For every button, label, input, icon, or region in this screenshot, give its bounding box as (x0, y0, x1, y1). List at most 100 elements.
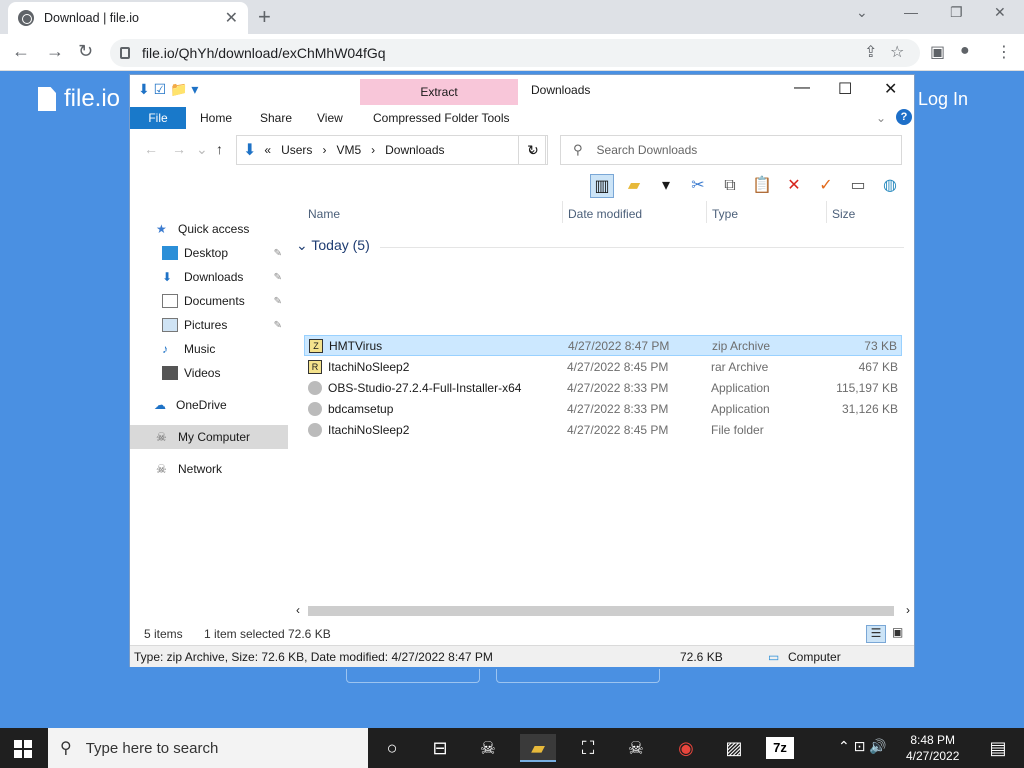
share-icon[interactable]: ⇪ (864, 42, 877, 62)
pin-icon[interactable]: ✎ (274, 248, 282, 259)
quick-access-toolbar-icon[interactable]: ⬇ ☑ 📁 ▾ (138, 81, 198, 98)
scroll-right-icon[interactable]: › (906, 603, 910, 617)
recent-locations-icon[interactable]: ⌄ (196, 141, 208, 158)
notification-icon[interactable]: ▤ (980, 734, 1016, 762)
profile-icon[interactable]: ● (960, 42, 970, 60)
site-logo[interactable]: file.io (38, 85, 120, 113)
nav-desktop[interactable]: Desktop ✎ (130, 241, 288, 265)
login-link[interactable]: Log In (918, 89, 968, 110)
file-row[interactable]: bdcamsetup 4/27/2022 8:33 PM Application 31… (304, 398, 902, 419)
paste-icon[interactable]: 📋 (750, 174, 774, 198)
nav-music[interactable]: ♪ Music (130, 337, 288, 361)
system-tray[interactable]: ⌃ ⊡ 🔊 (838, 738, 887, 755)
copy-icon[interactable]: ⧉ (718, 174, 742, 198)
large-icons-view-icon[interactable]: ▣ (892, 625, 903, 639)
bookmark-star-icon[interactable]: ☆ (890, 42, 904, 62)
expand-ribbon-icon[interactable]: ⌄ (876, 111, 886, 125)
column-separator[interactable] (706, 201, 707, 223)
tab-close-icon[interactable]: ✕ (225, 8, 238, 28)
column-separator[interactable] (562, 201, 563, 223)
task-view-icon[interactable]: ⊟ (422, 734, 458, 762)
nav-videos[interactable]: Videos (130, 361, 288, 385)
tab-file[interactable]: File (130, 107, 186, 129)
forward-icon[interactable]: → (172, 141, 186, 157)
nav-my-computer[interactable]: ☠ My Computer (130, 425, 288, 449)
pin-icon[interactable]: ✎ (274, 296, 282, 307)
pin-icon[interactable]: ✎ (274, 272, 282, 283)
scroll-left-icon[interactable]: ‹ (296, 603, 300, 617)
file-row[interactable]: OBS-Studio-27.2.4-Full-Installer-x64 4/27… (304, 377, 902, 398)
close-icon[interactable]: ✕ (994, 4, 1006, 21)
tab-home[interactable]: Home (200, 111, 232, 125)
minimize-icon[interactable]: — (904, 4, 918, 20)
file-row[interactable]: R ItachiNoSleep2 4/27/2022 8:45 PM rar Arch… (304, 356, 902, 377)
cut-icon[interactable]: ✂ (686, 174, 710, 198)
taskbar-search-input[interactable]: ⚲ Type here to search (48, 728, 368, 768)
check-icon[interactable]: ✓ (814, 174, 838, 198)
nav-pictures[interactable]: Pictures ✎ (130, 313, 288, 337)
skull-app-icon[interactable]: ☠ (618, 734, 654, 762)
reload-icon[interactable]: ↻ (78, 41, 93, 62)
pin-icon[interactable]: ✎ (274, 320, 282, 331)
file-row[interactable]: ItachiNoSleep2 4/27/2022 8:45 PM File fold… (304, 419, 902, 440)
chrome-icon[interactable]: ◉ (668, 734, 704, 762)
group-header[interactable]: ⌄ Today (5) (296, 237, 370, 254)
menu-icon[interactable]: ⋮ (996, 42, 1012, 62)
column-header-date[interactable]: Date modified (568, 207, 642, 221)
nav-documents[interactable]: Documents ✎ (130, 289, 288, 313)
nav-onedrive[interactable]: ☁ OneDrive (130, 393, 288, 417)
scrollbar-thumb[interactable] (308, 606, 894, 616)
tab-view[interactable]: View (317, 111, 343, 125)
details-view-icon[interactable]: ☰ (866, 625, 886, 643)
new-folder-icon[interactable]: ▰ (622, 174, 646, 198)
horizontal-scrollbar[interactable]: ‹ › (294, 603, 914, 619)
globe-icon[interactable]: ◍ (878, 174, 902, 198)
store-icon[interactable]: ⛶ (570, 734, 606, 762)
browser-tab[interactable]: Download | file.io ✕ (8, 2, 248, 34)
forward-icon[interactable]: → (46, 41, 64, 62)
restore-icon[interactable]: ❐ (950, 4, 963, 21)
7zip-icon[interactable]: 7z (766, 737, 794, 759)
back-icon[interactable]: ← (12, 41, 30, 62)
breadcrumb-users[interactable]: Users (281, 143, 312, 157)
nav-network[interactable]: ☠ Network (130, 457, 288, 481)
taskbar-clock[interactable]: 8:48 PM 4/27/2022 (906, 732, 959, 764)
delete-icon[interactable]: ✕ (782, 174, 806, 198)
column-header-size[interactable]: Size (832, 207, 855, 221)
column-separator[interactable] (826, 201, 827, 223)
up-icon[interactable]: ↑ (216, 141, 223, 157)
url-text[interactable]: file.io/QhYh/download/exChMhW04fGq (142, 45, 386, 61)
column-header-name[interactable]: Name (308, 207, 340, 221)
nav-quick-access[interactable]: ★ Quick access (130, 217, 288, 241)
new-tab-button[interactable]: + (258, 4, 271, 30)
tab-share[interactable]: Share (260, 111, 292, 125)
file-explorer-icon[interactable]: ▰ (520, 734, 556, 762)
windows-start-icon[interactable] (14, 740, 32, 758)
file-row[interactable]: Z HMTVirus 4/27/2022 8:47 PM zip Archive 73 … (304, 335, 902, 356)
tab-search-icon[interactable]: ⌄ (856, 4, 868, 21)
breadcrumb-downloads[interactable]: Downloads (385, 143, 444, 157)
breadcrumb-vm5[interactable]: VM5 (336, 143, 361, 157)
help-icon[interactable]: ? (896, 109, 912, 125)
rename-icon[interactable]: ▭ (846, 174, 870, 198)
minimize-icon[interactable]: — (794, 79, 810, 97)
extract-context-tab[interactable]: Extract (360, 79, 518, 105)
cortana-icon[interactable]: ○ (374, 734, 410, 762)
skull-app-icon[interactable]: ☠ (470, 734, 506, 762)
navigation-pane-icon[interactable]: ▥ (590, 174, 614, 198)
maximize-icon[interactable]: ☐ (838, 79, 852, 99)
back-icon[interactable]: ← (144, 141, 158, 157)
close-icon[interactable]: ✕ (884, 79, 897, 99)
side-panel-icon[interactable]: ▣ (930, 42, 945, 62)
breadcrumb-chevron[interactable]: « (264, 143, 271, 157)
column-header-type[interactable]: Type (712, 207, 738, 221)
search-input[interactable]: ⚲ Search Downloads (560, 135, 902, 165)
lock-icon[interactable] (120, 47, 130, 59)
address-breadcrumb[interactable]: ⬇ « Users › VM5 › Downloads ⌄ (236, 135, 546, 165)
app-icon[interactable]: ▨ (716, 734, 752, 762)
nav-downloads[interactable]: ⬇ Downloads ✎ (130, 265, 288, 289)
refresh-button[interactable]: ↻ (518, 135, 548, 165)
address-bar[interactable]: file.io/QhYh/download/exChMhW04fGq (110, 39, 920, 67)
chevron-down-icon[interactable]: ▾ (654, 174, 678, 198)
tab-compressed-folder-tools[interactable]: Compressed Folder Tools (373, 111, 510, 125)
